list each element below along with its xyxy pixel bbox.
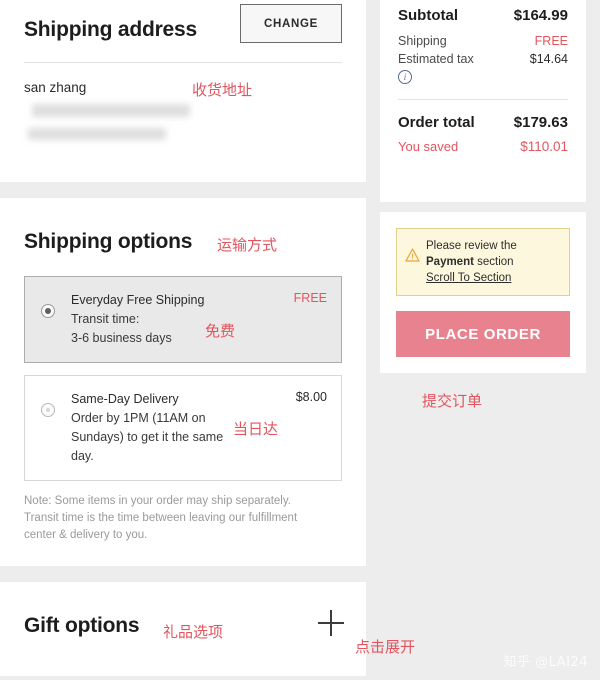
subtotal-label: Subtotal bbox=[398, 7, 458, 24]
info-icon[interactable]: i bbox=[398, 70, 412, 84]
radio-same-day[interactable] bbox=[41, 403, 55, 417]
summary-divider bbox=[398, 99, 568, 100]
order-actions-card: Please review the Payment section Scroll… bbox=[380, 212, 586, 373]
shipping-options-title: Shipping options bbox=[24, 230, 193, 253]
warning-line-2-tail: section bbox=[473, 256, 514, 268]
option-sub-line-3: day. bbox=[71, 449, 94, 463]
shipping-address-card: Shipping address CHANGE san zhang 收货地址 bbox=[0, 0, 366, 182]
watermark: 知乎 @LAI24 bbox=[503, 655, 588, 670]
warning-bold-payment: Payment bbox=[426, 256, 474, 268]
card-gap-2 bbox=[0, 566, 366, 582]
checkout-page: Shipping address CHANGE san zhang 收货地址 S… bbox=[0, 0, 600, 680]
page-title: Shipping address bbox=[24, 18, 197, 41]
summary-row-tax: Estimated tax $14.64 bbox=[398, 52, 568, 66]
change-address-button[interactable]: CHANGE bbox=[240, 4, 342, 43]
shipping-options-header: Shipping options 运输方式 bbox=[24, 198, 342, 276]
annotation-same-day: 当日达 bbox=[233, 420, 279, 438]
card-gap-3 bbox=[380, 202, 586, 212]
left-column: Shipping address CHANGE san zhang 收货地址 S… bbox=[0, 0, 366, 676]
card-gap-1 bbox=[0, 182, 366, 198]
shipping-option-same-day[interactable]: Same-Day Delivery Order by 1PM (11AM on … bbox=[24, 375, 342, 481]
order-total-value: $179.63 bbox=[513, 114, 568, 131]
right-column: Subtotal $164.99 Shipping FREE Estimated… bbox=[380, 0, 586, 410]
tax-value: $14.64 bbox=[529, 52, 568, 66]
annotation-shipping-address: 收货地址 bbox=[192, 81, 253, 99]
summary-row-total: Order total $179.63 bbox=[398, 114, 568, 131]
subtotal-value: $164.99 bbox=[513, 7, 568, 24]
tax-label: Estimated tax bbox=[398, 52, 474, 66]
shipping-value: FREE bbox=[534, 34, 568, 48]
summary-row-shipping: Shipping FREE bbox=[398, 34, 568, 48]
redacted-address-line-2 bbox=[28, 128, 166, 140]
you-saved-label: You saved bbox=[398, 139, 459, 154]
redacted-address-line-1 bbox=[32, 104, 190, 117]
payment-warning-box: Please review the Payment section Scroll… bbox=[396, 228, 570, 296]
warning-line-1: Please review the bbox=[426, 240, 517, 252]
shipping-label: Shipping bbox=[398, 34, 447, 48]
note-line-1: Note: Some items in your order may ship … bbox=[24, 495, 291, 507]
radio-everyday-free[interactable] bbox=[41, 304, 55, 318]
summary-subtotal: Subtotal $164.99 bbox=[398, 0, 568, 24]
shipping-address-header: Shipping address CHANGE bbox=[24, 0, 342, 48]
shipping-option-everyday-free[interactable]: Everyday Free Shipping Transit time: 3-6… bbox=[24, 276, 342, 363]
payment-warning-text: Please review the Payment section Scroll… bbox=[426, 238, 517, 286]
summary-lines: Shipping FREE Estimated tax $14.64 i bbox=[398, 34, 568, 84]
order-summary-card: Subtotal $164.99 Shipping FREE Estimated… bbox=[380, 0, 586, 202]
plus-icon[interactable] bbox=[318, 610, 344, 636]
you-saved-value: $110.01 bbox=[520, 139, 568, 154]
annotation-shipping-options: 运输方式 bbox=[217, 236, 278, 254]
note-line-3: center & delivery to you. bbox=[24, 529, 148, 541]
note-line-2: Transit time is the time between leaving… bbox=[24, 512, 298, 524]
annotation-click-to-expand: 点击展开 bbox=[355, 638, 416, 656]
order-total-label: Order total bbox=[398, 114, 475, 131]
shipping-address-body: san zhang 收货地址 bbox=[24, 63, 342, 140]
option-price: FREE bbox=[293, 291, 327, 305]
annotation-place-order: 提交订单 bbox=[422, 392, 483, 410]
summary-row-saved: You saved $110.01 bbox=[398, 139, 568, 154]
gift-options-title: Gift options bbox=[24, 614, 140, 637]
annotation-free: 免费 bbox=[205, 322, 236, 340]
annotation-gift-options: 礼品选项 bbox=[163, 623, 224, 641]
scroll-to-section-link[interactable]: Scroll To Section bbox=[426, 270, 511, 286]
option-name: Same-Day Delivery bbox=[71, 392, 179, 406]
shipping-options-card: Shipping options 运输方式 Everyday Free Ship… bbox=[0, 198, 366, 566]
gift-options-card[interactable]: Gift options 礼品选项 bbox=[0, 582, 366, 676]
option-name: Everyday Free Shipping bbox=[71, 293, 205, 307]
warning-triangle-icon bbox=[405, 248, 420, 286]
option-price: $8.00 bbox=[295, 390, 327, 404]
shipping-note: Note: Some items in your order may ship … bbox=[24, 493, 342, 544]
place-order-button[interactable]: PLACE ORDER bbox=[396, 311, 570, 357]
recipient-name: san zhang bbox=[24, 80, 87, 95]
